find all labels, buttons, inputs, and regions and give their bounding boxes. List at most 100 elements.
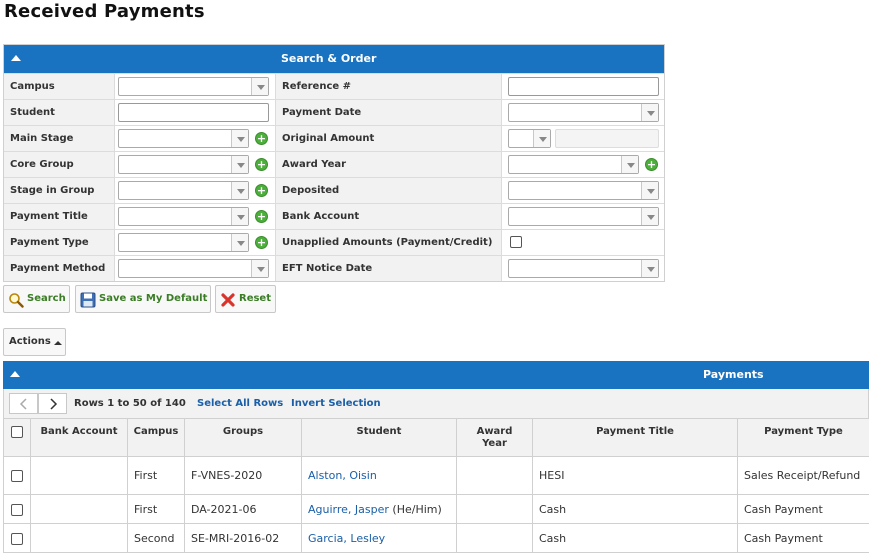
student-pronoun: (He/Him): [392, 503, 441, 516]
campus-cell: First: [128, 457, 185, 495]
reset-button-label: Reset: [239, 293, 271, 304]
stage-in-group-select[interactable]: [118, 181, 249, 200]
reference-input[interactable]: [508, 77, 659, 96]
award-year-cell: [457, 524, 533, 553]
groups-cell: DA-2021-06: [185, 495, 302, 524]
page-title: Received Payments: [4, 1, 205, 22]
chevron-left-icon: [19, 398, 29, 410]
student-label: Student: [4, 100, 115, 125]
bank-account-cell: [31, 457, 128, 495]
column-header[interactable]: Campus: [128, 419, 185, 457]
column-header[interactable]: Payment Title: [533, 419, 738, 457]
chevron-down-icon: [231, 156, 248, 173]
eft-notice-date-select[interactable]: [508, 259, 659, 278]
payment-title-cell: Cash: [533, 524, 738, 553]
table-row[interactable]: Second SE-MRI-2016-02 Garcia, Lesley Cas…: [4, 524, 869, 553]
add-icon[interactable]: +: [255, 210, 268, 223]
table-row[interactable]: First DA-2021-06 Aguirre, Jasper (He/Him…: [4, 495, 869, 524]
add-icon[interactable]: +: [255, 184, 268, 197]
student-cell: Garcia, Lesley: [302, 524, 457, 553]
close-icon: [220, 292, 236, 308]
stage-in-group-label: Stage in Group: [4, 178, 115, 203]
floppy-disk-icon: [80, 292, 96, 308]
deposited-label: Deposited: [276, 178, 502, 203]
payments-panel-header[interactable]: Payments: [3, 361, 869, 389]
select-all-checkbox[interactable]: [11, 426, 23, 438]
core-group-label: Core Group: [4, 152, 115, 177]
payment-type-cell: Cash Payment: [738, 495, 869, 524]
row-checkbox[interactable]: [11, 533, 23, 545]
chevron-down-icon: [641, 260, 658, 277]
search-row: Payment Title + Bank Account: [4, 203, 664, 229]
bank-account-select[interactable]: [508, 207, 659, 226]
payment-title-select[interactable]: [118, 207, 249, 226]
unapplied-amounts-checkbox[interactable]: [510, 236, 522, 248]
payments-panel-title: Payments: [703, 361, 764, 389]
pager-bar: Rows 1 to 50 of 140 Select All Rows Inve…: [3, 389, 869, 418]
bank-account-cell: [31, 524, 128, 553]
collapse-caret-icon[interactable]: [11, 55, 21, 61]
prev-page-button[interactable]: [9, 393, 38, 414]
chevron-down-icon: [231, 130, 248, 147]
chevron-down-icon: [231, 182, 248, 199]
actions-button[interactable]: Actions: [3, 328, 66, 356]
award-year-select[interactable]: [508, 155, 639, 174]
chevron-down-icon: [251, 260, 268, 277]
student-link[interactable]: Aguirre, Jasper: [308, 503, 389, 516]
add-icon[interactable]: +: [255, 158, 268, 171]
invert-selection-link[interactable]: Invert Selection: [291, 389, 381, 418]
main-stage-select[interactable]: [118, 129, 249, 148]
select-all-rows-link[interactable]: Select All Rows: [197, 389, 283, 418]
chevron-down-icon: [533, 130, 550, 147]
search-row: Stage in Group + Deposited: [4, 177, 664, 203]
reset-button[interactable]: Reset: [215, 285, 276, 313]
deposited-select[interactable]: [508, 181, 659, 200]
row-checkbox[interactable]: [11, 504, 23, 516]
table-row[interactable]: First F-VNES-2020 Alston, Oisin HESI Sal…: [4, 457, 869, 495]
column-header[interactable]: Bank Account: [31, 419, 128, 457]
chevron-down-icon: [621, 156, 638, 173]
eft-notice-date-label: EFT Notice Date: [276, 256, 502, 281]
search-row: Student Payment Date: [4, 99, 664, 125]
column-header[interactable]: Payment Type: [738, 419, 869, 457]
amount-operator-select[interactable]: [508, 129, 551, 148]
student-link[interactable]: Garcia, Lesley: [308, 532, 385, 545]
student-link[interactable]: Alston, Oisin: [308, 469, 377, 482]
column-header[interactable]: Student: [302, 419, 457, 457]
row-checkbox[interactable]: [11, 470, 23, 482]
column-header[interactable]: Groups: [185, 419, 302, 457]
payment-type-select[interactable]: [118, 233, 249, 252]
pager-row-count: Rows 1 to 50 of 140: [74, 389, 186, 418]
campus-label: Campus: [4, 74, 115, 99]
add-icon[interactable]: +: [255, 236, 268, 249]
campus-select[interactable]: [118, 77, 269, 96]
search-panel: Search & Order Campus Reference # Studen…: [3, 44, 665, 282]
payment-title-cell: HESI: [533, 457, 738, 495]
payment-title-cell: Cash: [533, 495, 738, 524]
search-fields-grid: Campus Reference # Student Payment Date …: [4, 73, 664, 281]
payment-method-select[interactable]: [118, 259, 269, 278]
student-input[interactable]: [118, 103, 269, 122]
payments-table: Bank Account Campus Groups Student Award…: [3, 418, 869, 553]
save-default-button[interactable]: Save as My Default: [75, 285, 211, 313]
original-amount-input[interactable]: [555, 129, 659, 148]
add-icon[interactable]: +: [255, 132, 268, 145]
reference-label: Reference #: [276, 74, 502, 99]
groups-cell: F-VNES-2020: [185, 457, 302, 495]
campus-cell: Second: [128, 524, 185, 553]
award-year-label: Award Year: [276, 152, 502, 177]
search-panel-header[interactable]: Search & Order: [4, 45, 664, 73]
main-stage-label: Main Stage: [4, 126, 115, 151]
payment-date-select[interactable]: [508, 103, 659, 122]
core-group-select[interactable]: [118, 155, 249, 174]
search-row: Core Group + Award Year +: [4, 151, 664, 177]
chevron-down-icon: [641, 104, 658, 121]
search-button[interactable]: Search: [3, 285, 70, 313]
collapse-caret-icon[interactable]: [10, 371, 20, 377]
column-header[interactable]: Award Year: [457, 419, 533, 457]
award-year-cell: [457, 495, 533, 524]
add-icon[interactable]: +: [645, 158, 658, 171]
next-page-button[interactable]: [38, 393, 67, 414]
search-panel-title: Search & Order: [281, 45, 376, 73]
award-year-cell: [457, 457, 533, 495]
